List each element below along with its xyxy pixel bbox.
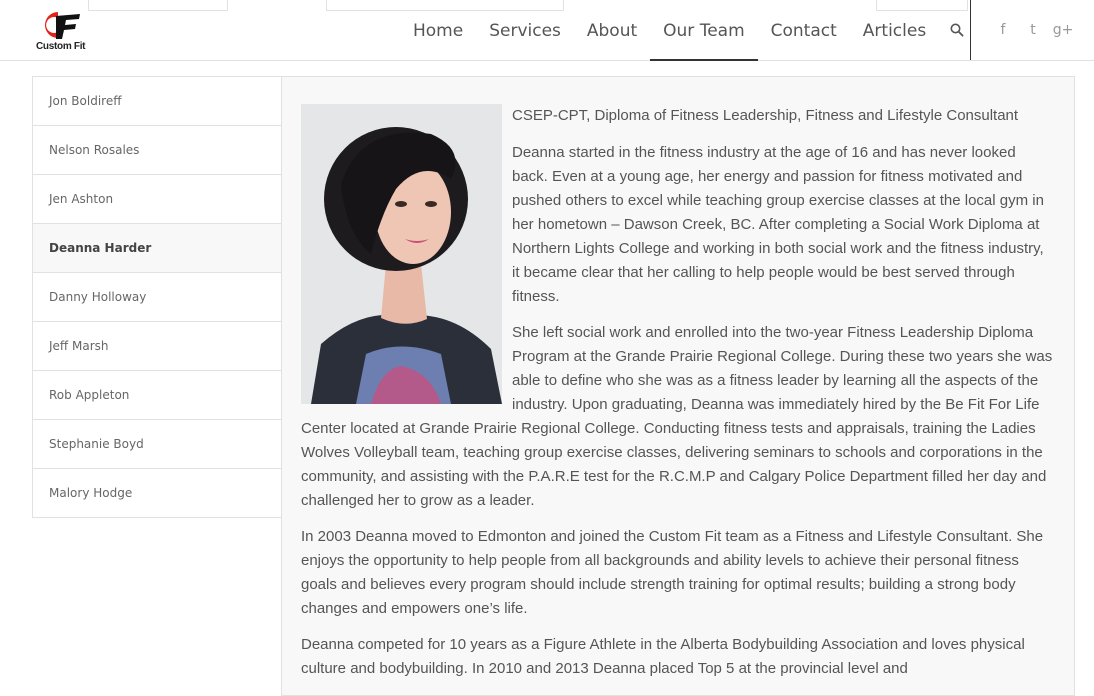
sidebar-item-nelson-rosales[interactable]: Nelson Rosales (33, 126, 282, 175)
sidebar-item-stephanie-boyd[interactable]: Stephanie Boyd (33, 420, 282, 469)
nav-item-about[interactable]: About (574, 0, 650, 60)
profile-photo (301, 104, 502, 404)
site-header: Custom Fit Home Services About Our Team … (0, 0, 1094, 61)
profile-content: CSEP-CPT, Diploma of Fitness Leadership,… (301, 104, 1053, 693)
site-logo[interactable]: Custom Fit (36, 8, 96, 56)
portrait-image (301, 104, 502, 404)
nav-item-our-team[interactable]: Our Team (650, 0, 759, 61)
team-sidebar: Jon Boldireff Nelson Rosales Jen Ashton … (32, 76, 282, 518)
main-nav: Home Services About Our Team Contact Art… (400, 0, 975, 61)
logo-text: Custom Fit (36, 41, 86, 52)
facebook-icon[interactable]: f (988, 15, 1018, 45)
custom-fit-logo-icon (45, 12, 80, 39)
nav-item-contact[interactable]: Contact (758, 0, 850, 60)
sidebar-item-jon-boldireff[interactable]: Jon Boldireff (33, 77, 282, 126)
twitter-icon[interactable]: t (1018, 15, 1048, 45)
sidebar-item-rob-appleton[interactable]: Rob Appleton (33, 371, 282, 420)
nav-item-services[interactable]: Services (476, 0, 574, 60)
sidebar-item-jen-ashton[interactable]: Jen Ashton (33, 175, 282, 224)
profile-paragraph: Deanna competed for 10 years as a Figure… (301, 636, 1025, 677)
social-links: f t g+ (988, 0, 1078, 60)
google-plus-icon[interactable]: g+ (1048, 15, 1078, 45)
search-icon (950, 23, 964, 37)
sidebar-item-deanna-harder[interactable]: Deanna Harder (33, 224, 282, 273)
nav-divider (970, 0, 971, 60)
nav-item-articles[interactable]: Articles (850, 0, 939, 60)
sidebar-item-jeff-marsh[interactable]: Jeff Marsh (33, 322, 282, 371)
header-ghost-box (88, 0, 228, 11)
nav-item-home[interactable]: Home (400, 0, 476, 60)
sidebar-item-malory-hodge[interactable]: Malory Hodge (33, 469, 282, 517)
sidebar-item-danny-holloway[interactable]: Danny Holloway (33, 273, 282, 322)
profile-content-panel: CSEP-CPT, Diploma of Fitness Leadership,… (281, 76, 1075, 696)
profile-paragraph: In 2003 Deanna moved to Edmonton and joi… (301, 528, 1044, 617)
